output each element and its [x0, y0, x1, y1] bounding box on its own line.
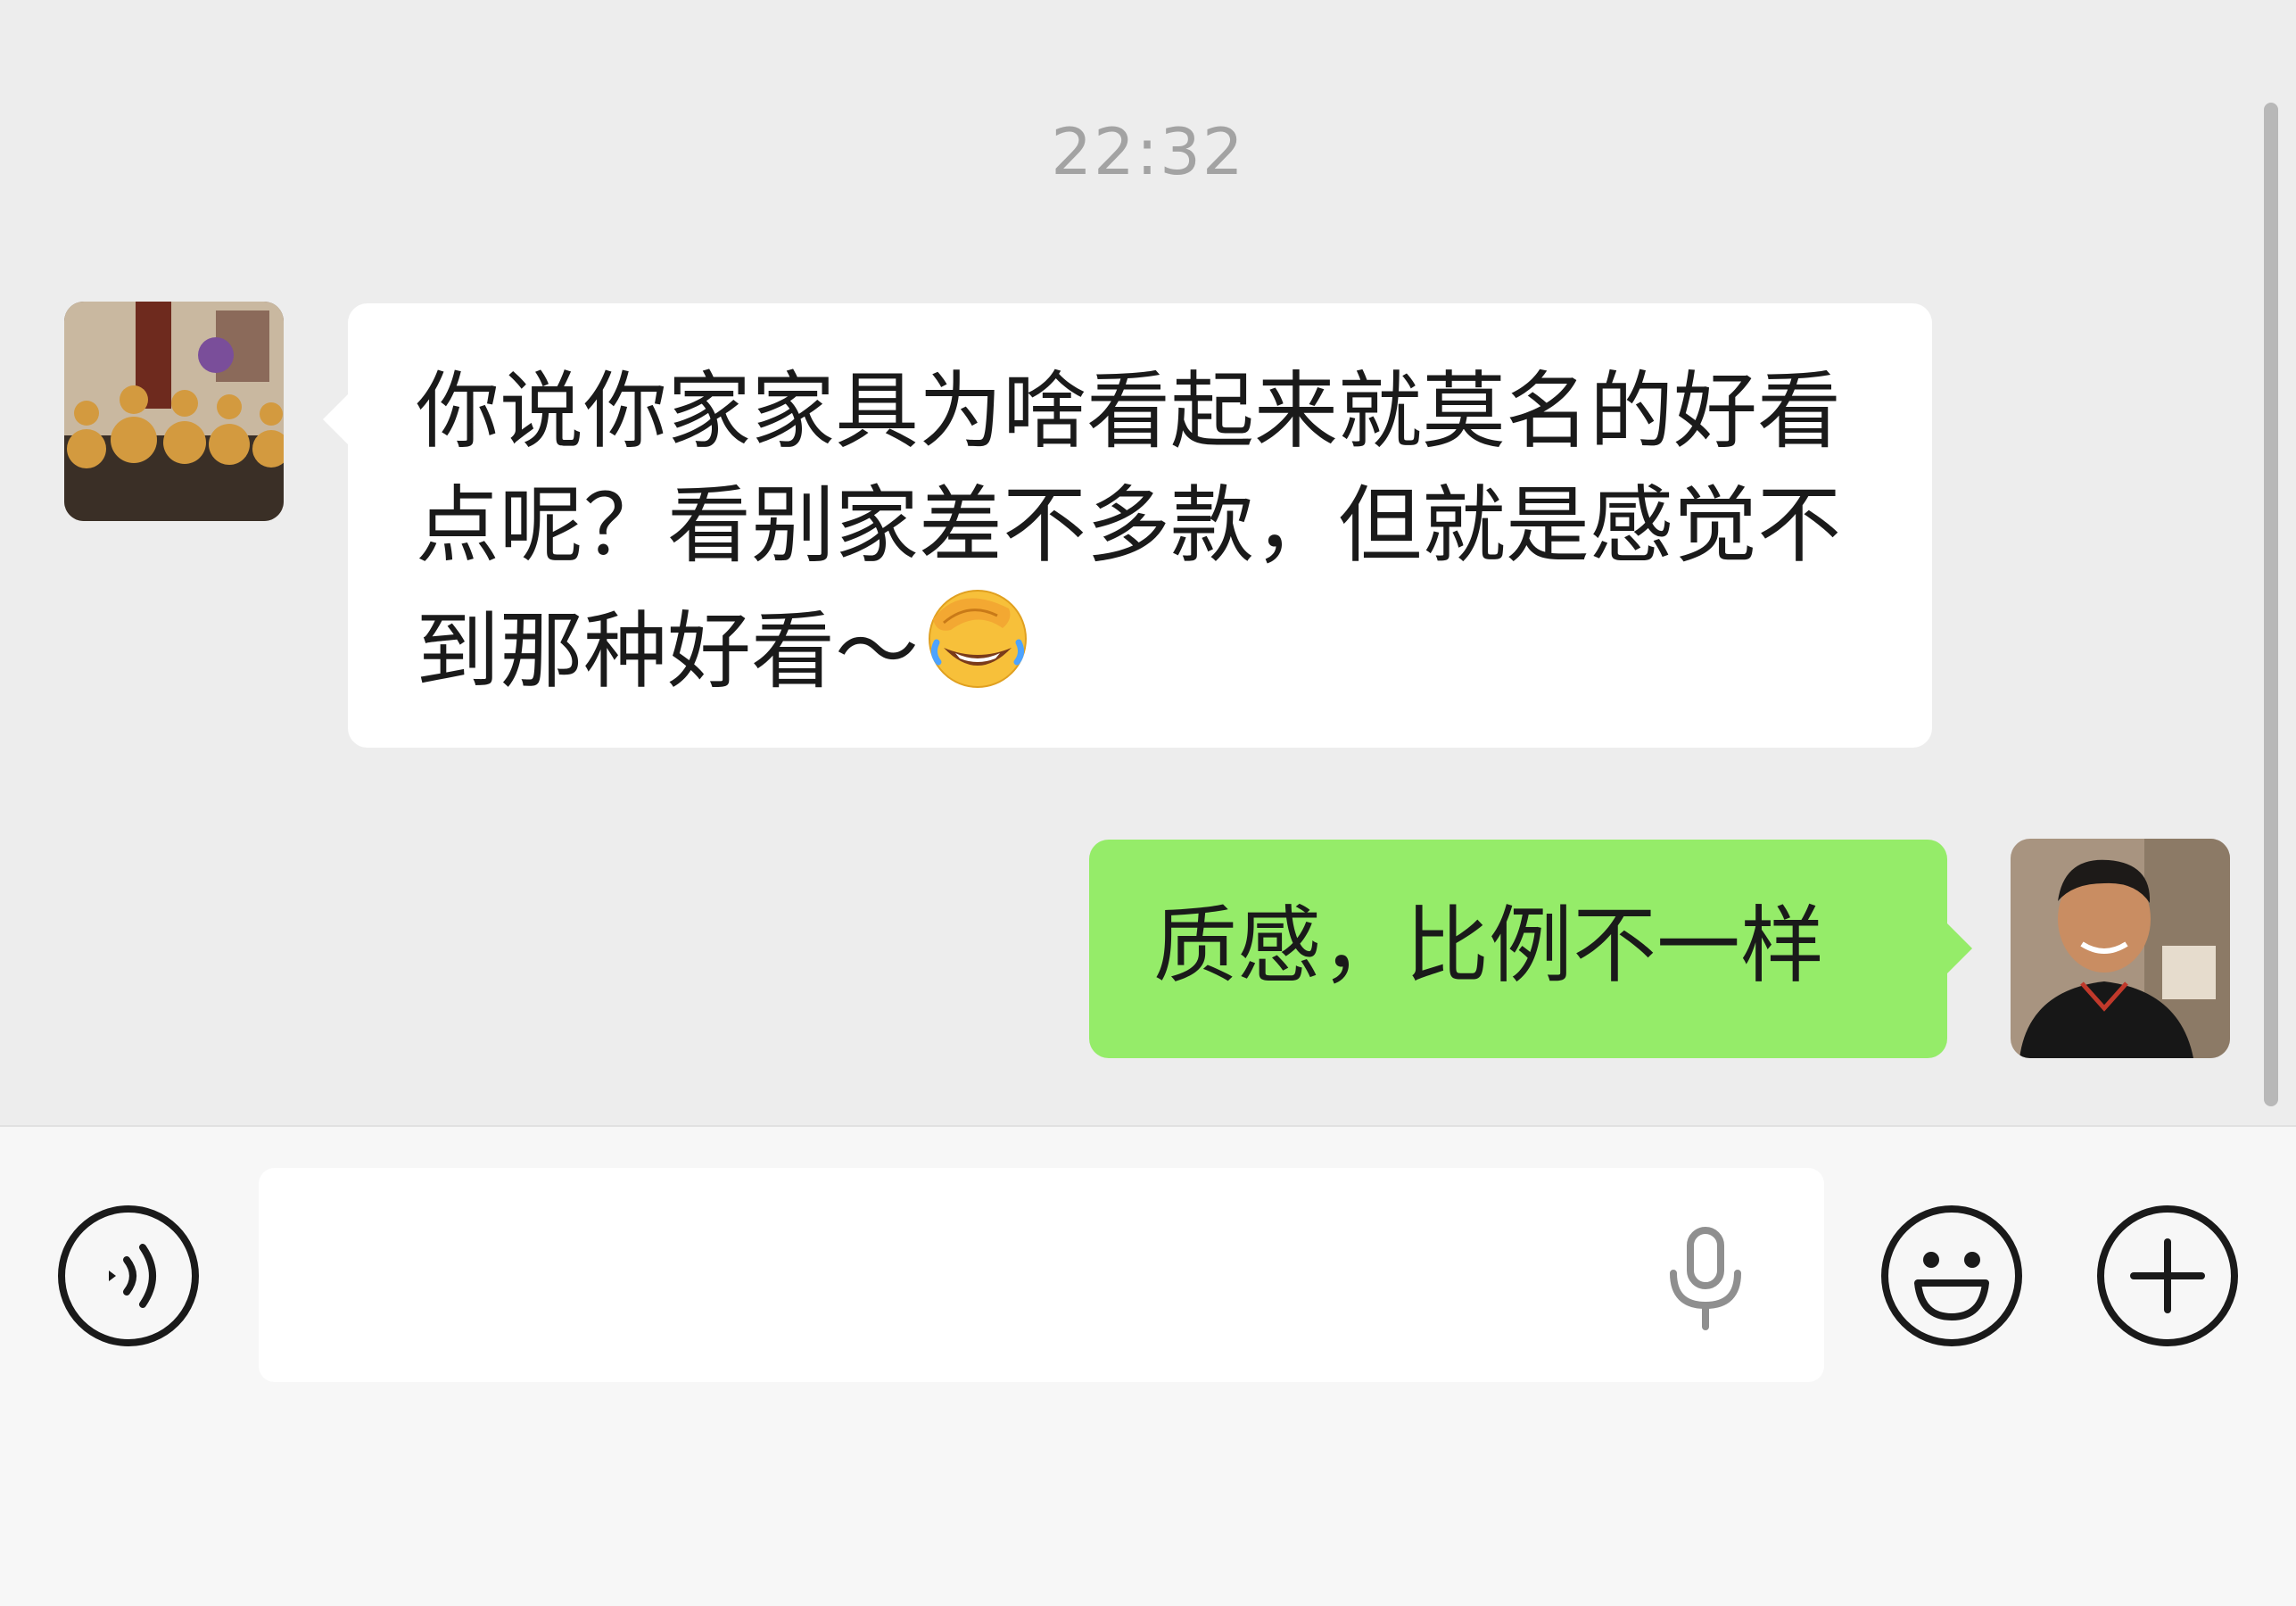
- user-avatar-image: [2011, 839, 2230, 1058]
- voice-icon: [58, 1205, 199, 1346]
- plus-icon: [2097, 1205, 2238, 1346]
- contact-avatar-image: [64, 302, 284, 521]
- outgoing-message-text: 质感，比例不一样: [1153, 898, 1825, 995]
- message-text-input[interactable]: [259, 1168, 1824, 1382]
- message-timestamp: 22:32: [1051, 114, 1245, 189]
- more-options-button[interactable]: [2096, 1204, 2239, 1347]
- incoming-message-bubble[interactable]: 你说你家家具为啥看起来就莫名的好看点呢？看别家差不多款，但就是感觉不到那种好看～: [323, 303, 1932, 748]
- voice-mode-button[interactable]: [57, 1204, 200, 1347]
- contact-avatar[interactable]: [64, 302, 284, 521]
- chat-area: 22:32 你说你家家具为啥看起来就莫名的好看点呢？看别家差不多款，但就是感觉不…: [0, 0, 2296, 1125]
- face-palm-laughing-emoji-icon: [924, 584, 1031, 691]
- chat-scrollbar[interactable]: [2264, 103, 2278, 1106]
- incoming-message-text: 你说你家家具为啥看起来就莫名的好看点呢？看别家差不多款，但就是感觉不到那种好看～: [416, 363, 1842, 700]
- outgoing-message-bubble[interactable]: 质感，比例不一样: [1089, 840, 1972, 1058]
- microphone-icon[interactable]: [1661, 1227, 1750, 1332]
- emoji-icon: [1881, 1205, 2022, 1346]
- message-input-bar: [0, 1125, 2296, 1606]
- emoji-button[interactable]: [1880, 1204, 2023, 1347]
- user-avatar[interactable]: [2011, 839, 2230, 1058]
